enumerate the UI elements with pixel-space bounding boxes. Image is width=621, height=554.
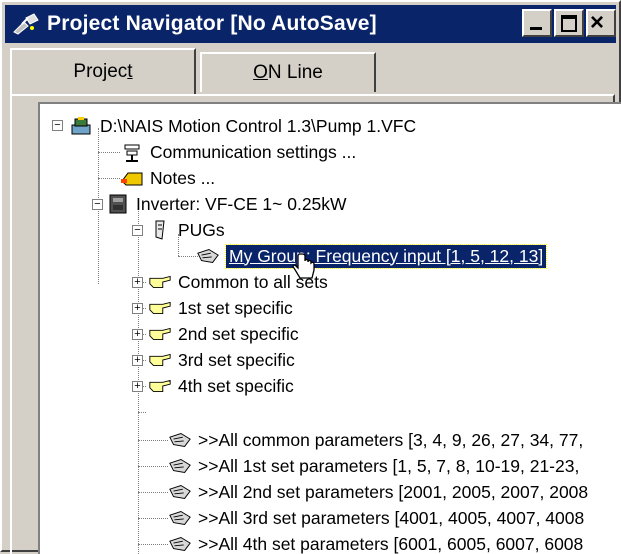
tree-item-label: 2nd set specific	[178, 324, 299, 345]
satellite-icon	[11, 9, 41, 39]
tree-item-label: Notes ...	[150, 168, 215, 189]
expand-set4-toggle[interactable]: +	[132, 381, 143, 392]
hand-parameter-icon	[168, 533, 192, 554]
antenna-icon	[120, 141, 144, 163]
tree-item-label: PUGs	[178, 220, 225, 241]
project-file-icon	[70, 115, 94, 137]
pointing-hand-icon	[148, 323, 172, 345]
pointing-hand-icon	[148, 297, 172, 319]
expand-set2-toggle[interactable]: +	[132, 329, 143, 340]
tree-item-notes[interactable]: Notes ...	[120, 166, 215, 190]
hand-cursor-icon	[292, 252, 318, 289]
close-icon: ×	[590, 8, 604, 38]
tab-online-label: ON Line	[253, 62, 323, 84]
tree-item-my-group[interactable]: My Group: Frequency input [1, 5, 12, 13]	[196, 244, 546, 268]
pointing-hand-icon	[148, 271, 172, 293]
expand-set1-toggle[interactable]: +	[132, 303, 143, 314]
maximize-button[interactable]	[554, 9, 584, 37]
minimize-button[interactable]	[522, 9, 552, 37]
tree-item-set2[interactable]: 2nd set specific	[148, 322, 299, 346]
close-button[interactable]: ×	[586, 9, 616, 37]
tree-item-label-selected: My Group: Frequency input [1, 5, 12, 13]	[226, 245, 546, 268]
tree-item-label: 4th set specific	[178, 376, 294, 397]
hand-parameter-icon	[168, 455, 192, 477]
expand-common-toggle[interactable]: +	[132, 277, 143, 288]
hand-parameter-icon	[168, 481, 192, 503]
tab-project[interactable]: Project	[10, 48, 196, 94]
tree-item-label: 3rd set specific	[178, 350, 295, 371]
tree-item-label: >>All 1st set parameters [1, 5, 7, 8, 10…	[198, 456, 579, 477]
tree-item-all-set2[interactable]: >>All 2nd set parameters [2001, 2005, 20…	[168, 480, 588, 504]
expand-set3-toggle[interactable]: +	[132, 355, 143, 366]
tab-online[interactable]: ON Line	[200, 52, 376, 92]
tree-item-root[interactable]: D:\NAIS Motion Control 1.3\Pump 1.VFC	[70, 114, 416, 138]
collapse-inverter-toggle[interactable]: −	[92, 199, 103, 210]
tree-item-label: Inverter: VF-CE 1~ 0.25kW	[136, 194, 347, 215]
tree-item-pugs[interactable]: PUGs	[148, 218, 225, 242]
tree-item-set4[interactable]: 4th set specific	[148, 374, 294, 398]
inverter-icon	[106, 193, 130, 215]
window-title: Project Navigator [No AutoSave]	[47, 12, 377, 36]
tree-item-all-set4[interactable]: >>All 4th set parameters [6001, 6005, 60…	[168, 532, 583, 554]
hand-parameter-icon	[168, 507, 192, 529]
hand-parameter-icon	[168, 429, 192, 451]
tree-item-label: >>All common parameters [3, 4, 9, 26, 27…	[198, 430, 583, 451]
tab-project-label: Project	[73, 61, 132, 83]
tree-item-label: D:\NAIS Motion Control 1.3\Pump 1.VFC	[100, 116, 416, 137]
pug-folder-icon	[148, 219, 172, 241]
tree-item-all-common[interactable]: >>All common parameters [3, 4, 9, 26, 27…	[168, 428, 583, 452]
project-navigator-window: Project Navigator [No AutoSave] × Projec…	[0, 0, 621, 552]
tree-item-all-set1[interactable]: >>All 1st set parameters [1, 5, 7, 8, 10…	[168, 454, 579, 478]
tree-item-label: 1st set specific	[178, 298, 293, 319]
tree-item-inverter[interactable]: Inverter: VF-CE 1~ 0.25kW	[106, 192, 347, 216]
project-tree[interactable]: − − − + + + + + D:\NAIS Motion Control 1…	[38, 102, 621, 554]
collapse-root-toggle[interactable]: −	[52, 120, 63, 131]
tree-item-set1[interactable]: 1st set specific	[148, 296, 293, 320]
tree-item-label: >>All 4th set parameters [6001, 6005, 60…	[198, 534, 583, 554]
title-bar[interactable]: Project Navigator [No AutoSave] ×	[5, 5, 616, 43]
hand-parameter-icon	[196, 245, 220, 267]
tree-item-label: >>All 3rd set parameters [4001, 4005, 40…	[198, 508, 584, 529]
tree-item-label: Communication settings ...	[150, 142, 356, 163]
notes-icon	[120, 167, 144, 189]
tree-item-label: >>All 2nd set parameters [2001, 2005, 20…	[198, 482, 588, 503]
tree-item-all-set3[interactable]: >>All 3rd set parameters [4001, 4005, 40…	[168, 506, 584, 530]
tree-item-communication[interactable]: Communication settings ...	[120, 140, 356, 164]
tree-item-set3[interactable]: 3rd set specific	[148, 348, 295, 372]
pointing-hand-icon	[148, 349, 172, 371]
collapse-pugs-toggle[interactable]: −	[132, 225, 143, 236]
pointing-hand-icon	[148, 375, 172, 397]
